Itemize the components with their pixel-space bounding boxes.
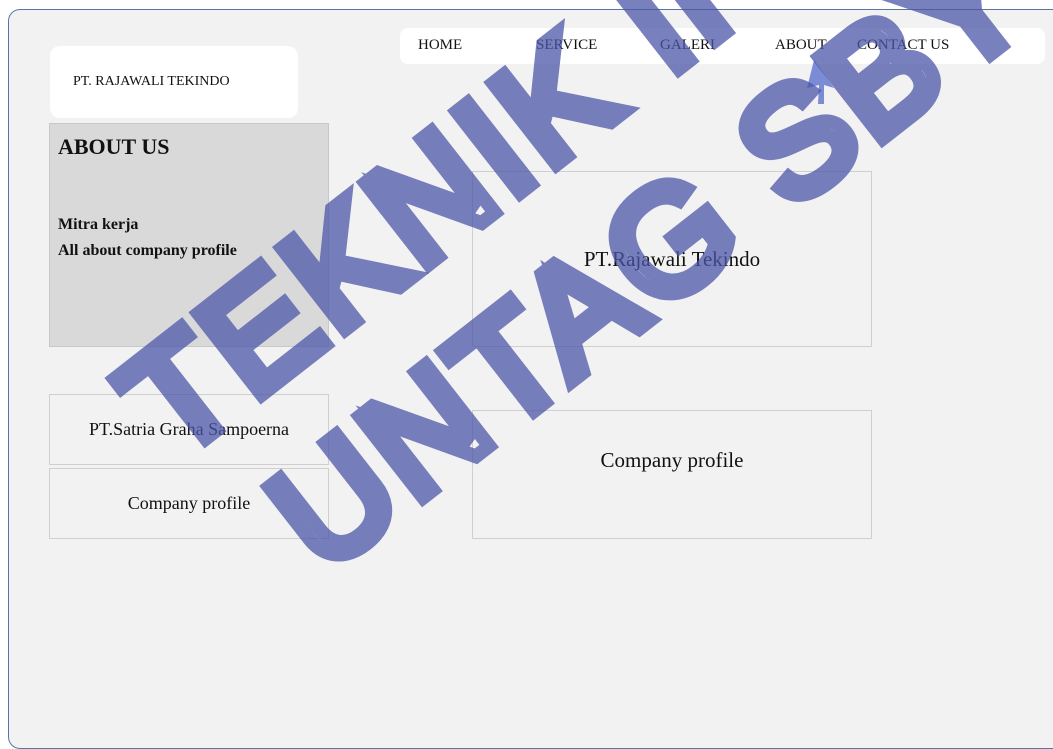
partner-card[interactable]: PT.Satria Graha Sampoerna xyxy=(49,394,329,465)
company-name-card[interactable]: PT.Rajawali Tekindo xyxy=(472,171,872,347)
company-name-label: PT.Rajawali Tekindo xyxy=(583,246,761,271)
company-profile-card[interactable]: Company profile xyxy=(472,410,872,539)
partner-profile-card[interactable]: Company profile xyxy=(49,468,329,539)
about-title: ABOUT US xyxy=(58,134,170,159)
nav-item-galeri[interactable]: GALERI xyxy=(660,37,715,54)
partner-profile-label: Company profile xyxy=(127,493,251,513)
logo-box[interactable]: PT. RAJAWALI TEKINDO xyxy=(50,46,298,118)
partner-card-label: PT.Satria Graha Sampoerna xyxy=(88,419,290,439)
nav-item-contact-us[interactable]: CONTACT US xyxy=(857,37,949,54)
about-link-company-profile[interactable]: All about company profile xyxy=(58,242,237,260)
logo-text: PT. RAJAWALI TEKINDO xyxy=(73,74,230,89)
cursor-arrow-icon xyxy=(807,60,834,104)
app-frame xyxy=(8,9,1053,749)
top-nav: HOME SERVICE GALERI ABOUT CONTACT US xyxy=(400,28,1045,64)
about-link-mitra-kerja[interactable]: Mitra kerja xyxy=(58,216,138,234)
nav-item-service[interactable]: SERVICE xyxy=(536,37,597,54)
nav-item-about[interactable]: ABOUT xyxy=(775,37,827,54)
company-profile-label: Company profile xyxy=(600,448,744,472)
nav-item-home[interactable]: HOME xyxy=(418,37,462,54)
about-panel: ABOUT US Mitra kerja All about company p… xyxy=(49,123,329,347)
